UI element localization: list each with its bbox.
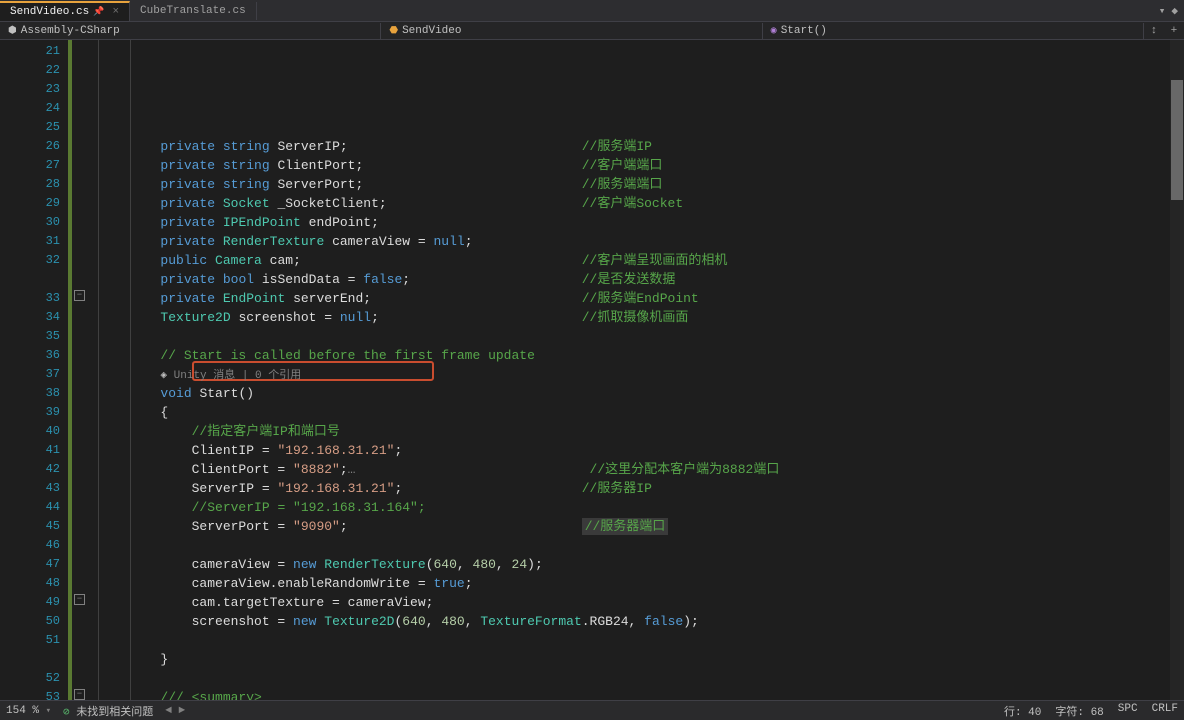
code-line[interactable]: ClientIP = "192.168.31.21"; bbox=[92, 441, 1170, 460]
fold-icon[interactable]: − bbox=[74, 689, 85, 700]
editor-area: 2122232425262728293031323334353637383940… bbox=[0, 40, 1184, 700]
code-line[interactable]: cameraView = new RenderTexture(640, 480,… bbox=[92, 555, 1170, 574]
code-line[interactable] bbox=[92, 669, 1170, 688]
nav-project[interactable]: ⬢ Assembly-CSharp bbox=[0, 23, 381, 39]
nav-bar: ⬢ Assembly-CSharp ⬣ SendVideo ◉ Start() … bbox=[0, 22, 1184, 40]
fold-column: − − − bbox=[72, 40, 92, 700]
nav-method[interactable]: ◉ Start() bbox=[763, 23, 1144, 39]
code-line[interactable]: ServerIP = "192.168.31.21"; //服务器IP bbox=[92, 479, 1170, 498]
code-line[interactable]: private EndPoint serverEnd; //服务端EndPoin… bbox=[92, 289, 1170, 308]
tab-bar: SendVideo.cs 📌 × CubeTranslate.cs ▾ ◆ bbox=[0, 0, 1184, 22]
code-line[interactable]: public Camera cam; //客户端呈现画面的相机 bbox=[92, 251, 1170, 270]
code-line[interactable]: private Socket _SocketClient; //客户端Socke… bbox=[92, 194, 1170, 213]
code-line[interactable]: private bool isSendData = false; //是否发送数… bbox=[92, 270, 1170, 289]
char-indicator[interactable]: 字符: 68 bbox=[1055, 703, 1103, 719]
code-line[interactable]: //ServerIP = "192.168.31.164"; bbox=[92, 498, 1170, 517]
vertical-scrollbar[interactable] bbox=[1170, 40, 1184, 700]
class-icon: ⬣ bbox=[389, 25, 398, 37]
code-line[interactable]: private string ClientPort; //客户端端口 bbox=[92, 156, 1170, 175]
close-icon[interactable]: × bbox=[112, 6, 119, 18]
issues-status[interactable]: ⊘ 未找到相关问题 bbox=[63, 703, 153, 719]
tab-sendvideo[interactable]: SendVideo.cs 📌 × bbox=[0, 1, 130, 21]
status-bar: 154 % ▾ ⊘ 未找到相关问题 ◄ ► 行: 40 字符: 68 SPC C… bbox=[0, 700, 1184, 720]
code-line[interactable]: screenshot = new Texture2D(640, 480, Tex… bbox=[92, 612, 1170, 631]
code-line[interactable]: // Start is called before the first fram… bbox=[92, 346, 1170, 365]
tab-cubetranslate[interactable]: CubeTranslate.cs bbox=[130, 2, 257, 20]
code-line[interactable]: private RenderTexture cameraView = null; bbox=[92, 232, 1170, 251]
code-line[interactable]: private string ServerPort; //服务端端口 bbox=[92, 175, 1170, 194]
code-line[interactable]: Texture2D screenshot = null; //抓取摄像机画面 bbox=[92, 308, 1170, 327]
code-line[interactable] bbox=[92, 536, 1170, 555]
add-icon[interactable]: + bbox=[1164, 25, 1184, 37]
code-line[interactable]: cam.targetTexture = cameraView; bbox=[92, 593, 1170, 612]
code-line[interactable]: ClientPort = "8882";… //这里分配本客户端为8882端口 bbox=[92, 460, 1170, 479]
zoom-level[interactable]: 154 % ▾ bbox=[6, 705, 51, 717]
dropdown-icon[interactable]: ▾ bbox=[1159, 4, 1166, 18]
code-line[interactable] bbox=[92, 631, 1170, 650]
code-line[interactable]: /// <summary> bbox=[92, 688, 1170, 700]
code-line[interactable]: void Start() bbox=[92, 384, 1170, 403]
code-line[interactable]: } bbox=[92, 650, 1170, 669]
code-line[interactable]: { bbox=[92, 403, 1170, 422]
split-icon[interactable]: ↕ bbox=[1144, 25, 1164, 37]
csharp-icon: ⬢ bbox=[8, 25, 17, 37]
code-line[interactable]: cameraView.enableRandomWrite = true; bbox=[92, 574, 1170, 593]
encoding-indicator[interactable]: CRLF bbox=[1152, 703, 1178, 719]
code-line[interactable]: ◈ Unity 消息 | 0 个引用 bbox=[92, 365, 1170, 384]
line-number-gutter: 2122232425262728293031323334353637383940… bbox=[0, 40, 68, 700]
code-line[interactable]: //指定客户端IP和端口号 bbox=[92, 422, 1170, 441]
code-content[interactable]: private string ServerIP; //服务端IP private… bbox=[92, 40, 1170, 700]
fold-icon[interactable]: − bbox=[74, 594, 85, 605]
nav-arrows[interactable]: ◄ ► bbox=[165, 705, 185, 717]
code-line[interactable]: ServerPort = "9090"; //服务器端口 bbox=[92, 517, 1170, 536]
window-icon[interactable]: ◆ bbox=[1171, 4, 1178, 18]
line-indicator[interactable]: 行: 40 bbox=[1004, 703, 1041, 719]
spaces-indicator[interactable]: SPC bbox=[1118, 703, 1138, 719]
tab-label: SendVideo.cs bbox=[10, 6, 89, 18]
nav-class[interactable]: ⬣ SendVideo bbox=[381, 23, 762, 39]
code-line[interactable]: private string ServerIP; //服务端IP bbox=[92, 137, 1170, 156]
pin-icon[interactable]: 📌 bbox=[93, 7, 104, 17]
code-line[interactable] bbox=[92, 327, 1170, 346]
code-line[interactable]: private IPEndPoint endPoint; bbox=[92, 213, 1170, 232]
method-icon: ◉ bbox=[771, 25, 777, 37]
fold-icon[interactable]: − bbox=[74, 290, 85, 301]
tab-label: CubeTranslate.cs bbox=[140, 5, 246, 17]
